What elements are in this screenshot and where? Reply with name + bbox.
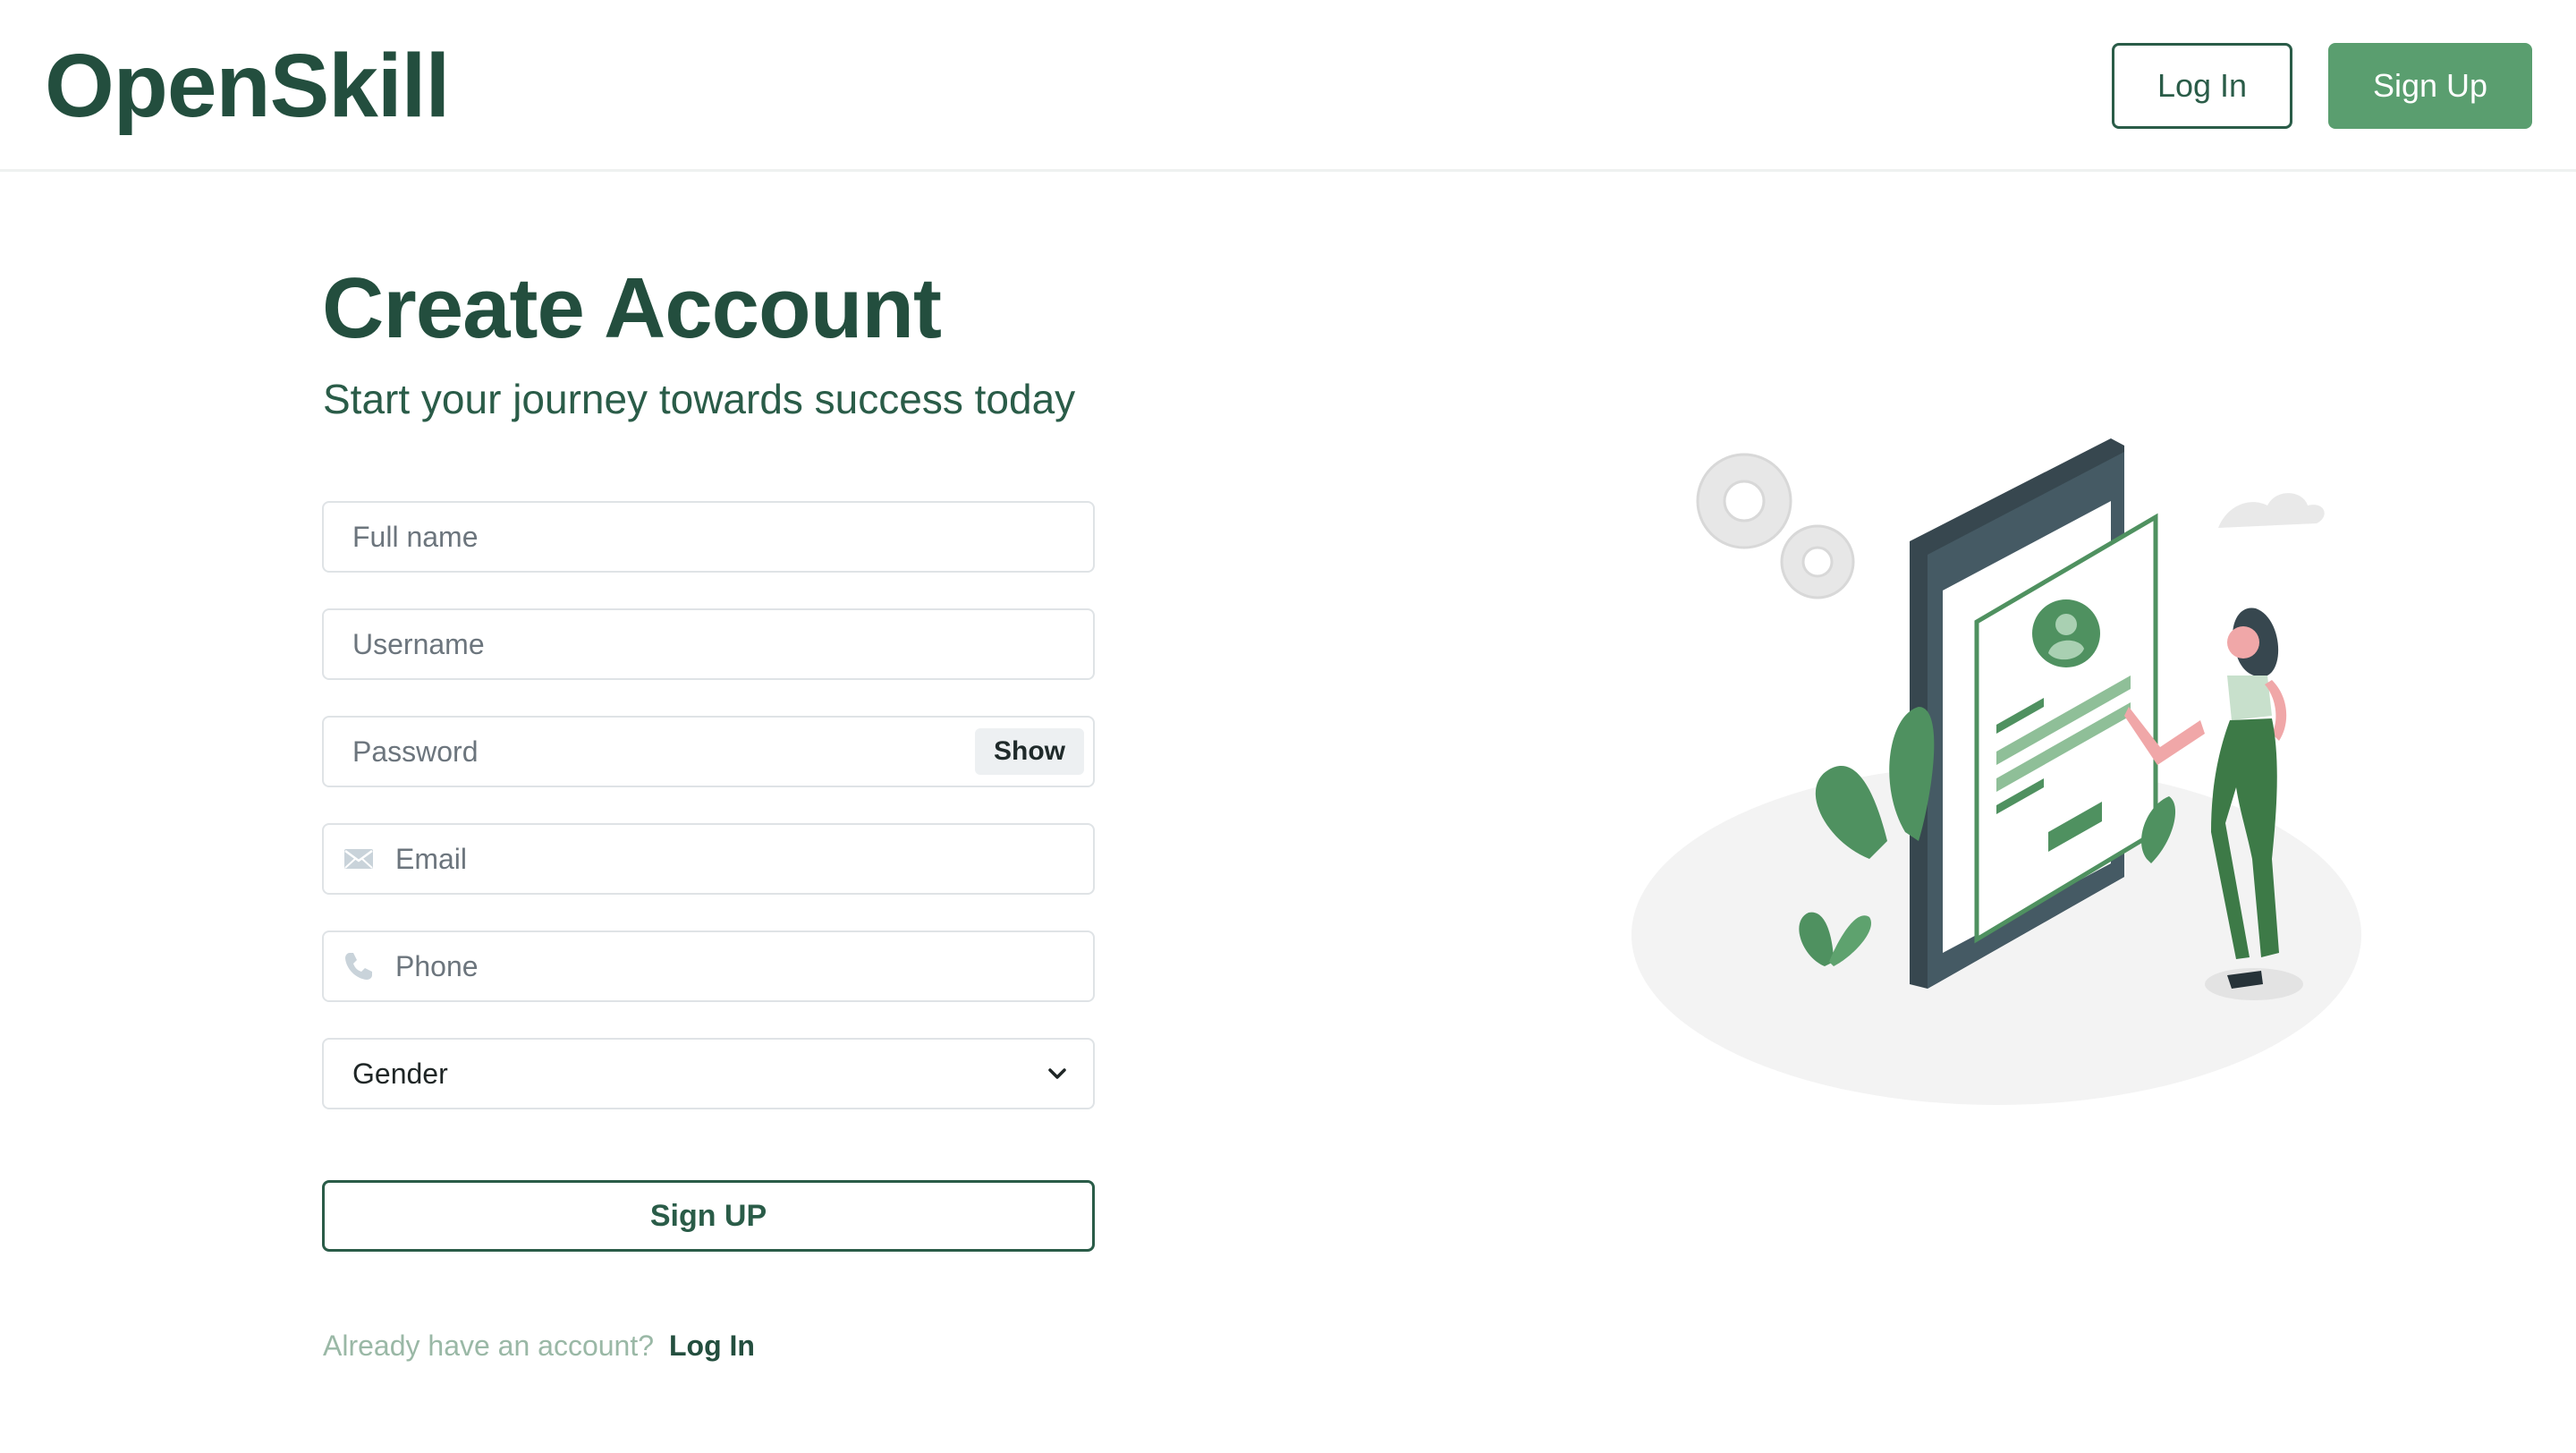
- page-subtitle: Start your journey towards success today: [323, 376, 1076, 422]
- openskill-logo[interactable]: OpenSkill: [45, 36, 450, 136]
- username-input[interactable]: Username: [322, 608, 1095, 680]
- signup-illustration: [1631, 438, 2361, 1105]
- password-input[interactable]: Password Show: [322, 716, 1095, 787]
- phone-icon: [345, 953, 372, 980]
- top-navbar: OpenSkill Log In Sign Up: [0, 0, 2576, 172]
- phone-input[interactable]: Phone: [322, 930, 1095, 1002]
- full-name-placeholder: Full name: [352, 521, 479, 553]
- page-title: Create Account: [322, 260, 942, 356]
- already-have-account-text: Already have an account?: [323, 1330, 655, 1362]
- phone-placeholder: Phone: [395, 950, 479, 982]
- gender-selected-value: Gender: [352, 1058, 448, 1090]
- email-input[interactable]: Email: [322, 823, 1095, 895]
- envelope-icon: [344, 849, 373, 869]
- gear-icon: [1696, 453, 1855, 599]
- gender-select[interactable]: Gender: [322, 1038, 1095, 1109]
- show-password-button[interactable]: Show: [975, 728, 1084, 775]
- full-name-input[interactable]: Full name: [322, 501, 1095, 573]
- chevron-down-icon: [1048, 1068, 1066, 1079]
- cloud-icon: [2218, 493, 2325, 528]
- username-placeholder: Username: [352, 628, 485, 660]
- header-login-button[interactable]: Log In: [2112, 43, 2292, 129]
- footer-login-link[interactable]: Log In: [669, 1328, 755, 1364]
- password-placeholder: Password: [352, 735, 479, 768]
- signup-submit-button[interactable]: Sign UP: [322, 1180, 1095, 1252]
- email-placeholder: Email: [395, 843, 468, 875]
- header-signup-button[interactable]: Sign Up: [2328, 43, 2532, 129]
